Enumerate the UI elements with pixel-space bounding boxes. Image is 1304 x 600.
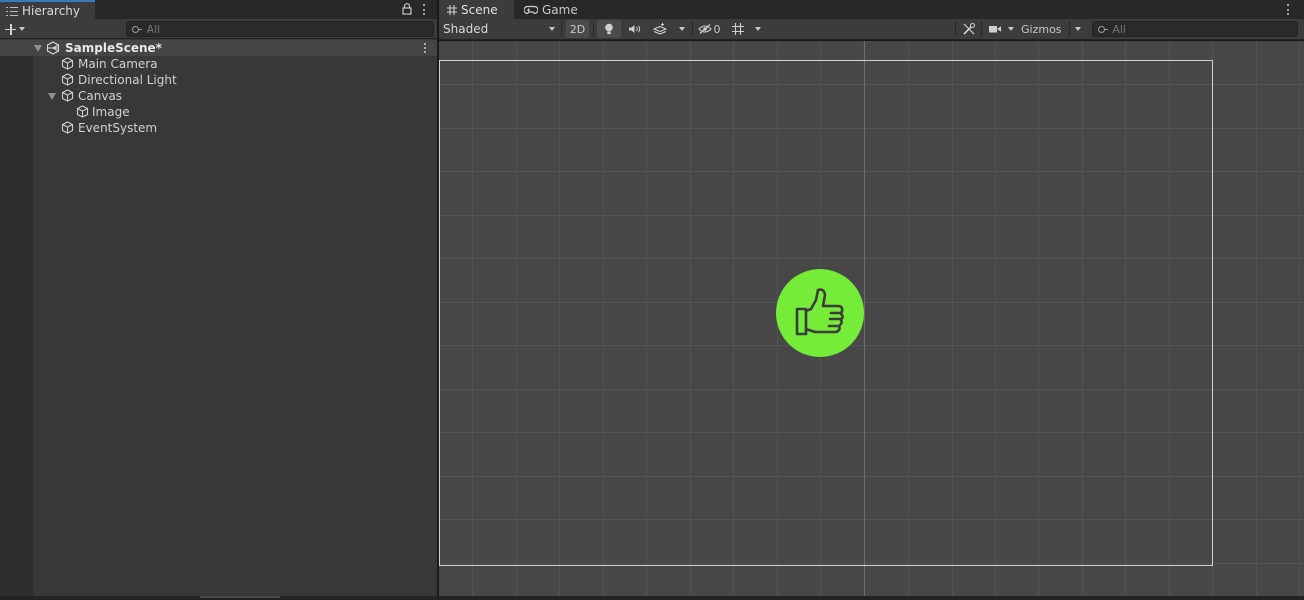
- grid-toggle[interactable]: [728, 20, 748, 38]
- toolbar-divider: [561, 21, 562, 37]
- effects-dropdown[interactable]: [675, 20, 689, 38]
- scene-search[interactable]: [1092, 21, 1298, 37]
- video-camera-icon: [989, 26, 1001, 33]
- toggle-2d-label: 2D: [569, 22, 586, 36]
- gamepad-icon: [524, 5, 538, 14]
- hierarchy-panel: Hierarchy SampleScene*: [0, 0, 437, 596]
- chevron-down-icon: [1008, 27, 1014, 31]
- tab-scene[interactable]: Scene: [439, 0, 514, 19]
- hierarchy-item-label: Main Camera: [78, 57, 158, 71]
- plus-icon: [5, 23, 16, 35]
- scrollbar-thumb[interactable]: [200, 596, 280, 598]
- speaker-icon: [629, 25, 641, 33]
- tools-button[interactable]: [959, 20, 979, 38]
- hierarchy-item-label: Directional Light: [78, 73, 177, 87]
- gameobject-cube-icon: [61, 121, 74, 134]
- hierarchy-item-image[interactable]: Image: [0, 104, 437, 120]
- camera-settings-button[interactable]: [985, 20, 1005, 38]
- hierarchy-item-label: Image: [92, 105, 130, 119]
- gizmos-button[interactable]: Gizmos: [1018, 20, 1068, 38]
- tab-scene-label: Scene: [461, 2, 498, 17]
- lightbulb-icon: [605, 23, 613, 35]
- draw-mode-label: Shaded: [443, 22, 489, 36]
- list-icon: [6, 6, 18, 16]
- foldout-arrow-icon[interactable]: [48, 93, 56, 100]
- unity-scene-icon: [46, 41, 60, 55]
- eye-slash-icon: [697, 24, 712, 34]
- hidden-objects-toggle[interactable]: 0: [695, 20, 723, 38]
- toolbar-divider: [981, 21, 982, 37]
- hierarchy-item-eventsystem[interactable]: EventSystem: [0, 120, 437, 136]
- scene-tab-bar: Scene Game: [439, 0, 1304, 19]
- search-icon: [132, 25, 142, 33]
- scene-row[interactable]: SampleScene*: [0, 40, 437, 56]
- gameobject-cube-icon: [61, 57, 74, 70]
- toolbar-divider: [593, 21, 594, 37]
- tab-game[interactable]: Game: [519, 0, 579, 19]
- scene-search-input[interactable]: [1112, 22, 1297, 36]
- toolbar-divider: [692, 21, 693, 37]
- create-dropdown-button[interactable]: [5, 21, 33, 37]
- gameobject-cube-icon: [76, 105, 89, 118]
- bottom-status-bar: [0, 596, 1304, 600]
- toolbar-divider: [955, 21, 956, 37]
- scene-menu-icon[interactable]: [423, 42, 427, 54]
- gizmos-dropdown[interactable]: [1071, 20, 1085, 38]
- hierarchy-item-main-camera[interactable]: Main Camera: [0, 56, 437, 72]
- hierarchy-item-directional-light[interactable]: Directional Light: [0, 72, 437, 88]
- hierarchy-item-label: EventSystem: [78, 121, 158, 135]
- lighting-toggle[interactable]: [597, 20, 621, 38]
- audio-toggle[interactable]: [624, 20, 646, 38]
- effects-toggle[interactable]: [649, 20, 671, 38]
- layers-effects-icon: [653, 23, 667, 35]
- scene-panel: Scene Game Shaded 2D 0 Gizmos All: [439, 0, 1304, 596]
- scene-viewport[interactable]: [439, 41, 1304, 596]
- gameobject-cube-icon: [61, 89, 74, 102]
- hierarchy-item-canvas[interactable]: Canvas: [0, 88, 437, 104]
- foldout-arrow-icon[interactable]: [34, 45, 42, 52]
- camera-settings-dropdown[interactable]: [1005, 20, 1017, 38]
- draw-mode-dropdown[interactable]: Shaded: [439, 20, 559, 38]
- hierarchy-menu-icon[interactable]: [421, 3, 427, 16]
- tools-icon: [963, 22, 976, 35]
- tab-hierarchy-label: Hierarchy: [22, 3, 81, 18]
- chevron-down-icon: [1075, 27, 1081, 31]
- tab-hierarchy[interactable]: Hierarchy: [0, 0, 95, 19]
- lock-icon[interactable]: [402, 3, 412, 15]
- thumbs-up-icon[interactable]: [775, 268, 865, 358]
- chevron-down-icon: [549, 27, 555, 31]
- hidden-count: 0: [713, 22, 721, 36]
- tab-game-label: Game: [542, 2, 578, 17]
- toggle-2d-button[interactable]: 2D: [566, 20, 589, 38]
- hierarchy-tab-bar: Hierarchy: [0, 0, 437, 19]
- hierarchy-item-label: Canvas: [78, 89, 123, 103]
- chevron-down-icon: [19, 27, 25, 31]
- gameobject-cube-icon: [61, 73, 74, 86]
- scene-menu-icon[interactable]: [1286, 3, 1290, 16]
- scene-name: SampleScene*: [65, 41, 162, 55]
- grid-icon: [447, 4, 457, 15]
- grid-dropdown[interactable]: [751, 20, 765, 38]
- toolbar-divider: [1069, 21, 1070, 37]
- search-icon: [1098, 25, 1109, 33]
- gizmos-label: Gizmos: [1021, 22, 1062, 36]
- grid-snap-icon: [732, 23, 744, 35]
- hierarchy-search-input[interactable]: [146, 22, 433, 36]
- scene-grid: [439, 41, 1304, 596]
- chevron-down-icon: [679, 27, 685, 31]
- hierarchy-search[interactable]: [126, 21, 434, 37]
- chevron-down-icon: [755, 27, 761, 31]
